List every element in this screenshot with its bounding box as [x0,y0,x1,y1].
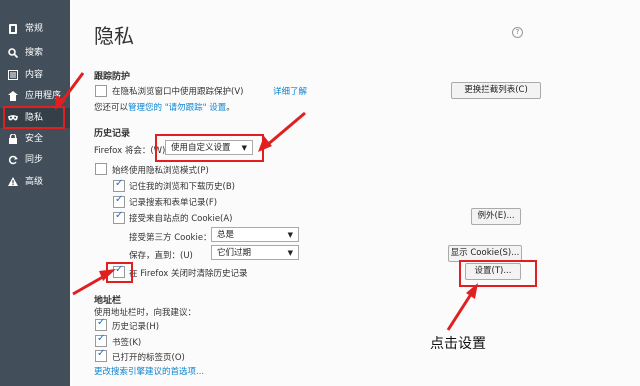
arrow-to-settings-button [446,283,478,331]
annotation-arrows [55,72,478,331]
annotation-click-settings: 点击设置 [430,336,486,352]
arrow-to-mode-select [258,111,306,152]
arrow-to-privacy [55,72,85,110]
arrow-to-clear-checkbox [72,269,116,296]
